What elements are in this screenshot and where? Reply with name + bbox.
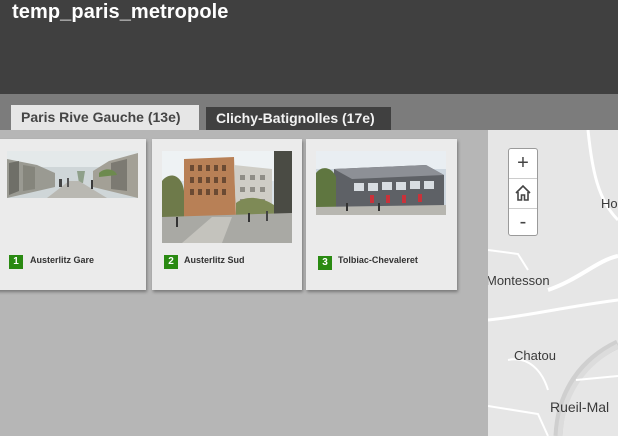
- map-label-chatou: Chatou: [514, 348, 556, 363]
- app-title: temp_paris_metropole: [12, 1, 229, 23]
- card-number-badge: 3: [318, 256, 332, 270]
- card-image: [316, 151, 446, 215]
- map-label-ho: Ho: [601, 196, 618, 211]
- card-image: [7, 151, 138, 198]
- card-caption: Tolbiac-Chevaleret: [338, 255, 418, 265]
- home-extent-button[interactable]: [509, 178, 537, 209]
- zoom-out-button[interactable]: -: [509, 208, 537, 237]
- card-image: [162, 151, 292, 243]
- card-number-badge: 1: [9, 255, 23, 269]
- map-label-rueil-malmaison: Rueil-Mal: [550, 399, 610, 415]
- card-number-badge: 2: [164, 255, 178, 269]
- zoom-in-button[interactable]: +: [509, 149, 537, 178]
- app-header: temp_paris_metropole: [0, 0, 618, 94]
- tab-bar: Paris Rive Gauche (13e) Clichy-Batignoll…: [0, 94, 618, 130]
- home-icon: [515, 184, 531, 201]
- zoom-control: + -: [508, 148, 538, 236]
- card-caption: Austerlitz Gare: [30, 255, 95, 265]
- map-view[interactable]: + - Ho Montesson Chatou Rueil-Mal: [488, 130, 618, 436]
- tab-paris-rive-gauche[interactable]: Paris Rive Gauche (13e): [11, 105, 199, 130]
- story-card-tolbiac-chevaleret[interactable]: 3 Tolbiac-Chevaleret: [306, 139, 457, 290]
- map-label-montesson: Montesson: [488, 273, 550, 288]
- story-card-austerlitz-sud[interactable]: 2 Austerlitz Sud: [152, 139, 302, 290]
- story-map-panel: 1 Austerlitz Gare 2 Austerlitz Sud 3 Tol…: [0, 130, 488, 436]
- story-card-austerlitz-gare[interactable]: 1 Austerlitz Gare: [0, 139, 146, 290]
- tab-clichy-batignolles[interactable]: Clichy-Batignolles (17e): [206, 107, 391, 130]
- card-caption: Austerlitz Sud: [184, 255, 245, 265]
